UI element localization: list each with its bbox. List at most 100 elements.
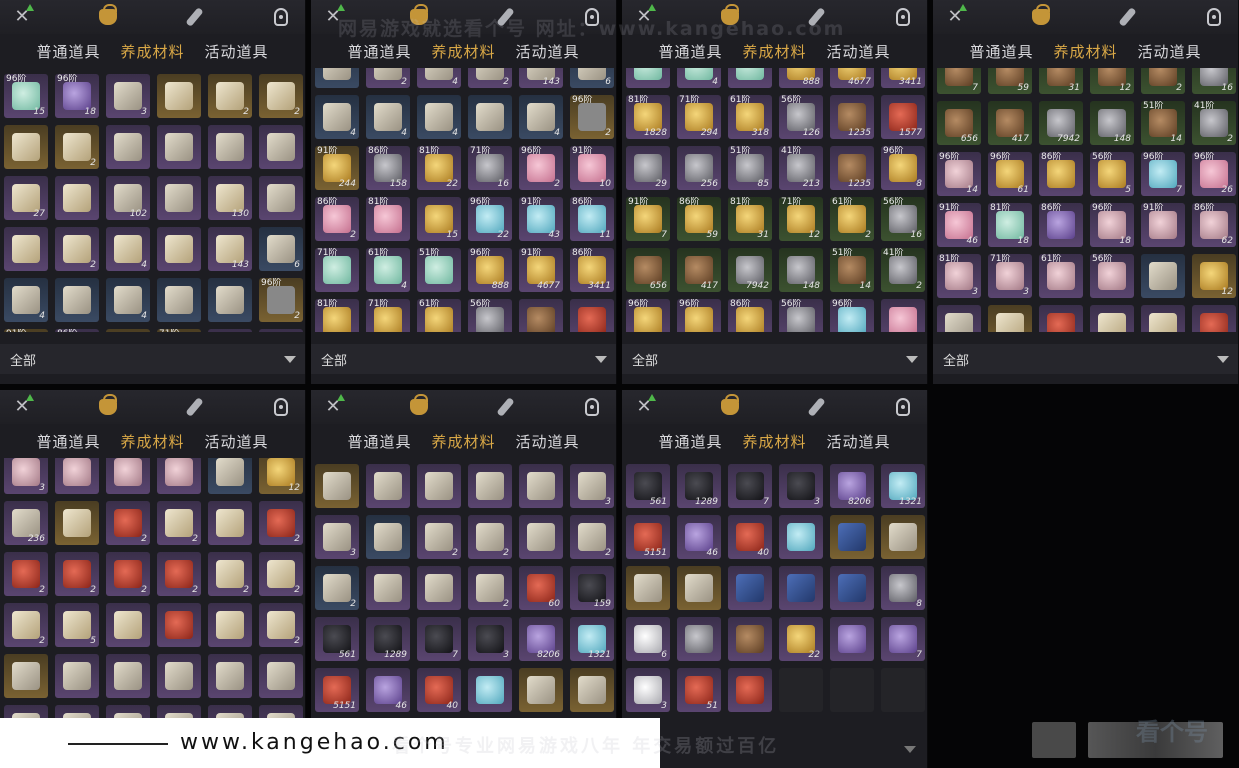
item-slot[interactable] <box>106 329 150 332</box>
item-slot[interactable] <box>208 458 252 494</box>
item-slot[interactable]: 1289 <box>677 464 721 508</box>
item-slot[interactable] <box>55 458 99 494</box>
item-slot[interactable]: 2 <box>55 125 99 169</box>
item-slot[interactable]: 86阶 <box>1039 203 1083 247</box>
tab-2[interactable]: 活动道具 <box>827 431 891 452</box>
item-slot[interactable]: 61阶 2 <box>830 197 874 241</box>
tab-0[interactable]: 普通道具 <box>36 431 100 452</box>
item-slot[interactable]: 86阶 62 <box>1192 203 1236 247</box>
item-slot[interactable]: 96阶 8 <box>881 146 925 190</box>
item-slot[interactable] <box>55 176 99 220</box>
item-slot[interactable]: 3 <box>570 464 614 508</box>
equipment-tab-icon[interactable]: ✕ <box>10 4 34 29</box>
item-slot[interactable]: 4 <box>4 278 48 322</box>
item-slot[interactable] <box>55 501 99 545</box>
item-slot[interactable]: 51阶 <box>417 248 461 292</box>
tab-0[interactable]: 普通道具 <box>347 41 411 62</box>
item-slot[interactable] <box>259 125 303 169</box>
item-slot[interactable]: 40 <box>417 668 461 712</box>
item-slot[interactable]: 96阶 2 <box>519 146 563 190</box>
item-slot[interactable]: 561 <box>626 464 670 508</box>
item-slot[interactable]: 2 <box>55 552 99 596</box>
item-slot[interactable]: 96阶 61 <box>988 152 1032 196</box>
filter-dropdown[interactable]: 全部 <box>311 344 616 374</box>
item-slot[interactable] <box>55 654 99 698</box>
item-slot[interactable]: 7 <box>728 464 772 508</box>
item-slot[interactable]: 2 <box>468 68 512 88</box>
equipment-tab-icon[interactable]: ✕ <box>632 394 656 419</box>
item-slot[interactable]: 81阶1828 <box>315 299 359 332</box>
item-slot[interactable]: 56阶 <box>1090 254 1134 298</box>
materials-bag-icon[interactable] <box>96 4 120 29</box>
item-slot[interactable]: 46 <box>366 668 410 712</box>
item-slot[interactable]: 3 <box>315 515 359 559</box>
item-slot[interactable]: 61阶4 <box>366 248 410 292</box>
item-slot[interactable] <box>519 464 563 508</box>
item-slot[interactable]: 61阶4 <box>677 68 721 88</box>
item-slot[interactable]: 96阶888 <box>779 68 823 88</box>
item-slot[interactable]: 51阶 <box>728 68 772 88</box>
item-slot[interactable]: 130 <box>208 176 252 220</box>
tab-2[interactable]: 活动道具 <box>205 41 269 62</box>
token-tab-icon[interactable] <box>891 395 915 419</box>
item-slot[interactable]: 5151 <box>626 515 670 559</box>
item-slot[interactable]: 8206 <box>519 617 563 661</box>
item-slot[interactable]: 2 <box>259 74 303 118</box>
item-slot[interactable]: 3 <box>626 668 670 712</box>
item-slot[interactable]: 2 <box>4 552 48 596</box>
item-slot[interactable]: 16 <box>1192 68 1236 94</box>
item-slot[interactable]: 3 <box>4 458 48 494</box>
item-slot[interactable] <box>208 125 252 169</box>
item-slot[interactable]: 4 <box>315 95 359 139</box>
item-slot[interactable]: 3 <box>106 74 150 118</box>
token-tab-icon[interactable] <box>1202 5 1226 29</box>
item-slot[interactable]: 86阶3411 <box>570 248 614 292</box>
token-tab-icon[interactable] <box>891 5 915 29</box>
item-slot[interactable] <box>55 278 99 322</box>
item-slot[interactable]: 7 <box>937 68 981 94</box>
item-slot[interactable]: 56阶 126 <box>779 95 823 139</box>
item-slot[interactable]: 656 <box>937 101 981 145</box>
item-slot[interactable]: 86阶 2 <box>315 197 359 241</box>
item-slot[interactable]: 1577 <box>570 299 614 332</box>
item-slot[interactable]: 91阶4677 <box>830 68 874 88</box>
item-slot[interactable]: 91阶 43 <box>519 197 563 241</box>
tab-0[interactable]: 普通道具 <box>658 431 722 452</box>
item-slot[interactable]: 31 <box>1039 68 1083 94</box>
tab-0[interactable]: 普通道具 <box>347 431 411 452</box>
item-slot[interactable]: 3 <box>468 617 512 661</box>
item-slot[interactable]: 7942 <box>728 248 772 292</box>
item-slot[interactable]: 2 <box>1141 68 1185 94</box>
item-slot[interactable] <box>157 125 201 169</box>
item-slot[interactable]: 81阶 <box>366 197 410 241</box>
item-slot[interactable]: 12 <box>259 458 303 494</box>
item-slot[interactable] <box>4 227 48 271</box>
item-slot[interactable] <box>1141 254 1185 298</box>
token-tab-icon[interactable] <box>580 395 604 419</box>
item-slot[interactable]: 60 <box>519 566 563 610</box>
item-slot[interactable] <box>315 464 359 508</box>
item-slot[interactable]: 86阶3411 <box>881 68 925 88</box>
item-slot[interactable]: 1235 <box>830 95 874 139</box>
item-slot[interactable]: 27 <box>4 176 48 220</box>
item-slot[interactable]: 236 <box>937 305 981 332</box>
item-slot[interactable]: 96阶 7 <box>1141 152 1185 196</box>
item-slot[interactable]: 51阶 85 <box>728 146 772 190</box>
item-slot[interactable] <box>106 125 150 169</box>
item-slot[interactable]: 148 <box>1090 101 1134 145</box>
item-slot[interactable]: 86阶 <box>728 299 772 332</box>
item-slot[interactable]: 96阶 14 <box>937 152 981 196</box>
item-slot[interactable]: 96阶 18 <box>1090 203 1134 247</box>
filter-dropdown[interactable]: 全部 <box>622 344 927 374</box>
tab-2[interactable]: 活动道具 <box>516 41 580 62</box>
item-slot[interactable]: 61阶318 <box>417 299 461 332</box>
item-slot[interactable] <box>208 603 252 647</box>
item-slot[interactable]: 40 <box>728 515 772 559</box>
item-slot[interactable] <box>728 668 772 712</box>
item-slot[interactable]: 96阶 18 <box>55 74 99 118</box>
item-slot[interactable]: 2 <box>55 227 99 271</box>
item-slot[interactable]: 5151 <box>315 668 359 712</box>
item-slot[interactable]: 86阶 11 <box>570 197 614 241</box>
item-slot[interactable] <box>4 654 48 698</box>
item-slot[interactable]: 102 <box>106 176 150 220</box>
